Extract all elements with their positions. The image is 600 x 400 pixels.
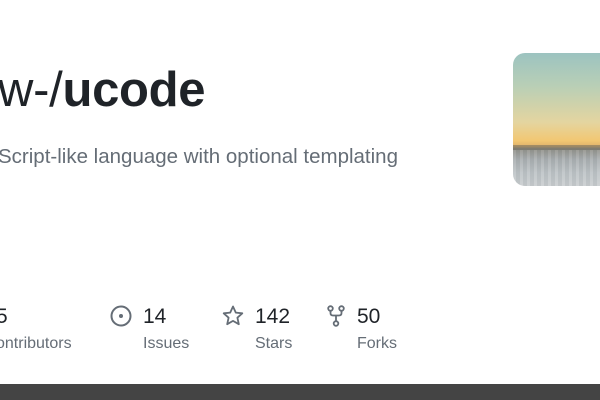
repo-name: ucode xyxy=(62,63,206,117)
issues-label: Issues xyxy=(143,335,190,352)
stars-label: Stars xyxy=(255,335,293,352)
stars-count: 142 xyxy=(255,305,291,328)
stat-stars[interactable]: 142 Stars xyxy=(221,300,321,360)
contributors-label: ontributors xyxy=(0,335,72,352)
repo-separator: / xyxy=(49,63,63,117)
repo-social-preview: w-/ucode Script-like language with optio… xyxy=(0,0,600,400)
contributors-count: 5 xyxy=(0,305,8,328)
issue-opened-icon xyxy=(110,305,132,327)
stat-forks[interactable]: 50 Forks xyxy=(324,300,424,360)
avatar-field xyxy=(513,150,600,186)
repo-owner: w- xyxy=(0,63,50,117)
repo-title[interactable]: w-/ucode xyxy=(0,60,206,120)
issues-count: 14 xyxy=(143,305,167,328)
forks-label: Forks xyxy=(357,335,397,352)
stat-issues[interactable]: 14 Issues xyxy=(109,300,209,360)
owner-avatar-image xyxy=(513,53,600,186)
repo-description: Script-like language with optional templ… xyxy=(0,145,398,168)
forks-count: 50 xyxy=(357,305,381,328)
language-bar xyxy=(0,384,600,400)
star-icon xyxy=(222,305,244,326)
repo-forked-icon xyxy=(327,305,345,327)
stat-contributors[interactable]: 5 ontributors xyxy=(0,300,96,360)
